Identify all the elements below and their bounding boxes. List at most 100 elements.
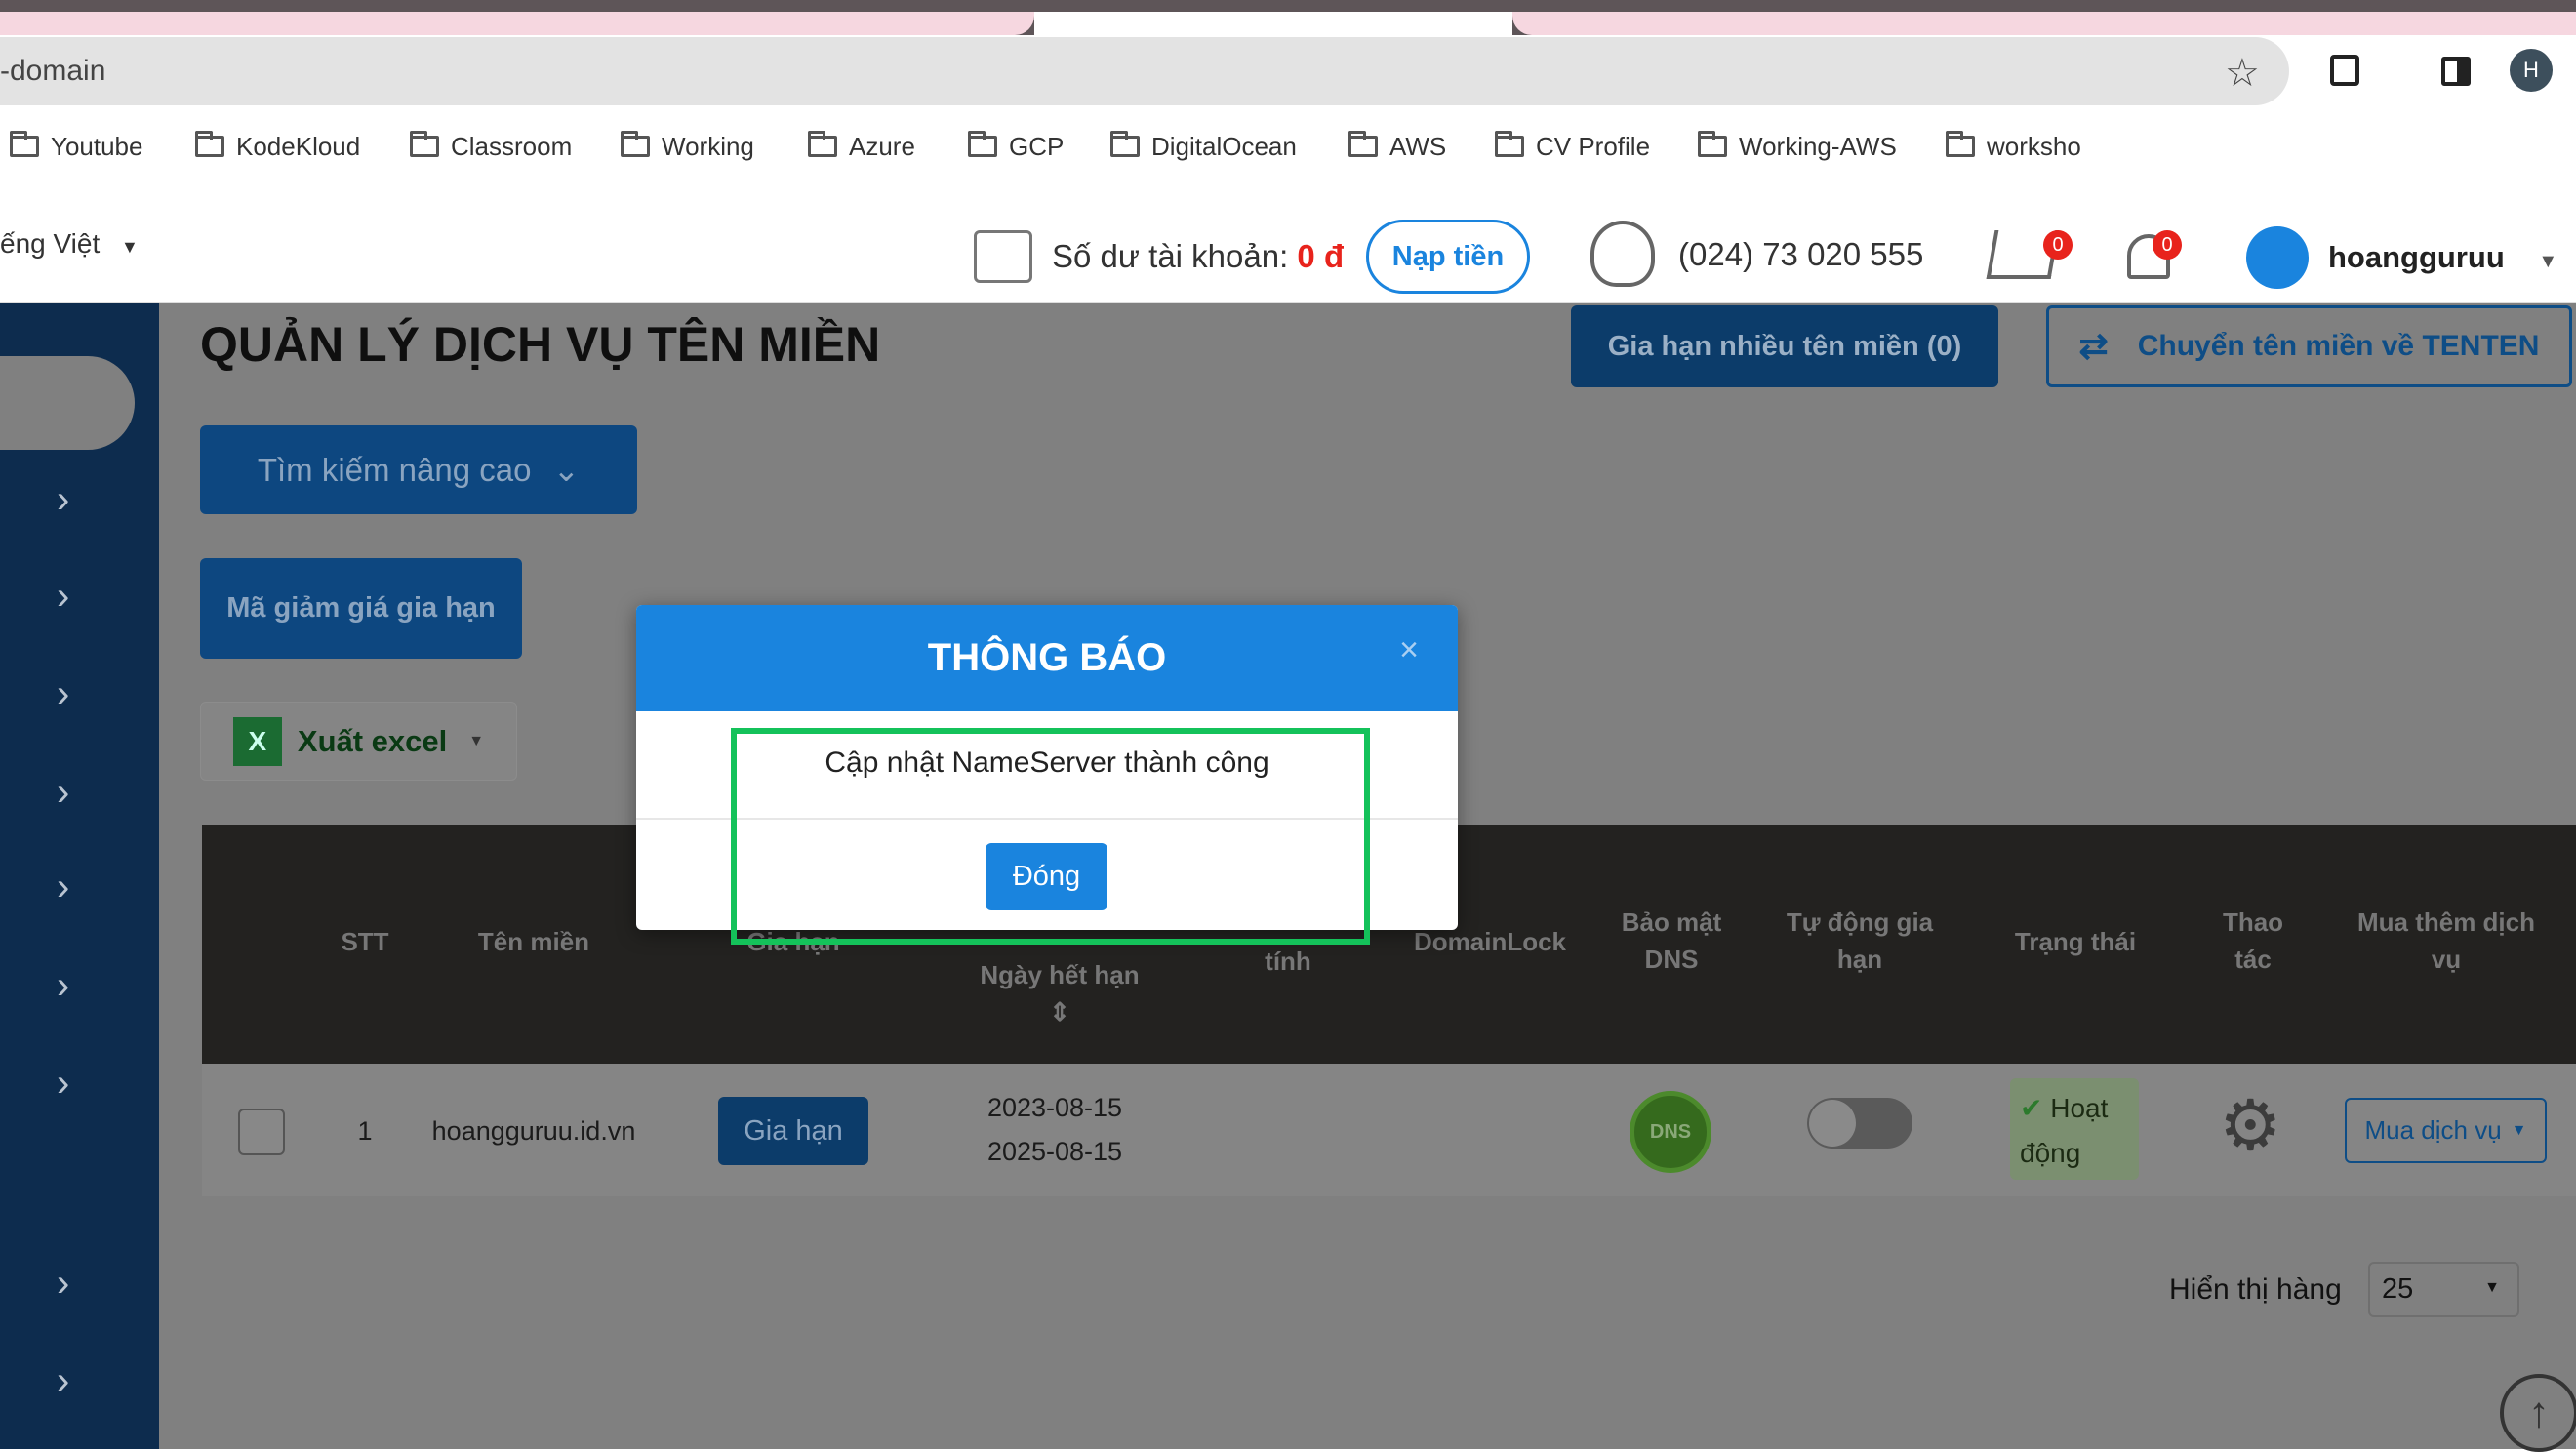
sidepanel-icon[interactable]: [2441, 57, 2471, 86]
bookmark-label: Azure: [849, 131, 915, 161]
close-icon[interactable]: ×: [1399, 605, 1419, 704]
rows-per-page-value: 25: [2382, 1273, 2414, 1305]
chevron-down-icon: ⌄: [552, 452, 581, 488]
folder-icon: [1110, 131, 1140, 157]
transfer-label: Chuyển tên miền về TENTEN: [2137, 330, 2540, 362]
column-hidden-name: tính: [1265, 947, 1311, 976]
folder-icon: [10, 131, 39, 157]
caret-down-icon: ▼: [468, 732, 485, 749]
buy-service-label: Mua dịch vụ: [2364, 1115, 2502, 1145]
modal-header: THÔNG BÁO ×: [636, 605, 1458, 711]
auto-renew-toggle[interactable]: [1807, 1098, 1912, 1149]
address-bar[interactable]: -domain: [0, 37, 2289, 105]
row-domain[interactable]: hoangguruu.id.vn: [432, 1116, 636, 1147]
column-dns-security: Bảo mật DNS: [1621, 908, 1722, 974]
gear-icon[interactable]: ⚙: [2219, 1091, 2282, 1161]
headset-icon: [1590, 221, 1655, 287]
advanced-search-button[interactable]: Tìm kiếm nâng cao ⌄: [200, 425, 637, 514]
active-tab[interactable]: [1034, 12, 1512, 35]
renew-many-button[interactable]: Gia hạn nhiều tên miền (0): [1571, 305, 1998, 387]
folder-icon: [1348, 131, 1378, 157]
chevron-right-icon[interactable]: ›: [57, 674, 84, 713]
balance-value: 0 đ: [1297, 238, 1345, 274]
hotline: (024) 73 020 555: [1678, 236, 1924, 272]
bookmark-working-aws[interactable]: Working-AWS: [1698, 127, 1897, 166]
column-domain: Tên miền: [477, 927, 590, 956]
chevron-right-icon[interactable]: ›: [57, 1064, 84, 1103]
browser-tab[interactable]: [1512, 12, 2576, 35]
chevron-right-icon[interactable]: ›: [57, 773, 84, 812]
check-circle-icon: ✔: [2020, 1093, 2043, 1123]
bookmark-cv-profile[interactable]: CV Profile: [1495, 127, 1650, 166]
bookmark-gcp[interactable]: GCP: [968, 127, 1064, 166]
sort-icon[interactable]: ⇕: [1049, 997, 1070, 1027]
column-status: Trạng thái: [2014, 927, 2137, 956]
folder-icon: [1698, 131, 1727, 157]
column-auto-renew: Tự động gia hạn: [1786, 908, 1934, 974]
bookmark-label: Classroom: [451, 131, 573, 161]
profile-avatar[interactable]: H: [2510, 49, 2553, 92]
balance-label: Số dư tài khoản:: [1052, 238, 1289, 274]
bookmark-aws[interactable]: AWS: [1348, 127, 1446, 166]
buy-service-dropdown[interactable]: Mua dịch vụ ▼: [2345, 1098, 2547, 1163]
status-badge: ✔ Hoạt động: [2010, 1078, 2139, 1180]
username-label: hoangguruu: [2328, 240, 2505, 274]
export-label: Xuất excel: [297, 723, 448, 758]
bookmark-worksho[interactable]: worksho: [1946, 127, 2081, 166]
notification-badge: 0: [2153, 230, 2182, 260]
bookmark-kodekloud[interactable]: KodeKloud: [195, 127, 360, 166]
star-icon[interactable]: ☆: [2225, 51, 2260, 96]
rows-per-page-select[interactable]: 25 ▼: [2368, 1262, 2519, 1317]
highlight-box: [731, 728, 1370, 945]
excel-icon: X: [232, 716, 282, 766]
chevron-right-icon[interactable]: ›: [57, 1264, 84, 1303]
rows-per-page-label: Hiển thị hàng: [2169, 1273, 2342, 1306]
folder-icon: [410, 131, 439, 157]
bookmark-classroom[interactable]: Classroom: [410, 127, 572, 166]
folder-icon: [1495, 131, 1524, 157]
user-avatar-icon[interactable]: [2246, 226, 2309, 289]
row-expiry-date: 2025-08-15: [986, 1137, 1123, 1166]
extensions-icon[interactable]: [2330, 55, 2359, 86]
browser-tab[interactable]: [0, 12, 1034, 35]
caret-down-icon: ▼: [121, 237, 139, 257]
column-buy-more: Mua thêm dịch vụ: [2356, 908, 2535, 974]
chevron-right-icon[interactable]: ›: [57, 1361, 84, 1400]
column-label: Ngày hết hạn: [980, 960, 1140, 989]
bookmark-label: GCP: [1009, 131, 1065, 161]
dns-security-icon[interactable]: DNS: [1630, 1091, 1711, 1173]
chevron-right-icon[interactable]: ›: [57, 867, 84, 907]
bookmark-youtube[interactable]: Youtube: [10, 127, 142, 166]
username[interactable]: hoangguruu ▼: [2328, 240, 2557, 275]
renew-button[interactable]: Gia hạn: [718, 1097, 868, 1165]
bookmark-label: Working-AWS: [1739, 131, 1897, 161]
chevron-right-icon[interactable]: ›: [57, 577, 84, 616]
chevron-right-icon[interactable]: ›: [57, 966, 84, 1005]
sidebar-active-item[interactable]: [0, 356, 135, 450]
scroll-top-icon[interactable]: ↑: [2500, 1374, 2576, 1452]
caret-down-icon: ▼: [2484, 1279, 2500, 1296]
bookmark-digitalocean[interactable]: DigitalOcean: [1110, 127, 1297, 166]
url-text: -domain: [0, 55, 106, 87]
caret-down-icon: ▼: [2511, 1121, 2527, 1139]
balance: Số dư tài khoản: 0 đ: [1052, 238, 1344, 275]
chevron-right-icon[interactable]: ›: [57, 480, 84, 519]
page-title: QUẢN LÝ DỊCH VỤ TÊN MIỀN: [200, 317, 881, 372]
wallet-icon: [974, 230, 1032, 283]
language-select[interactable]: ếng Việt ▼: [0, 228, 139, 260]
export-excel-button[interactable]: X Xuất excel ▼: [200, 702, 517, 781]
modal-title: THÔNG BÁO: [927, 636, 1167, 679]
transfer-domain-button[interactable]: ⇄ Chuyển tên miền về TENTEN: [2046, 305, 2572, 387]
cart-badge: 0: [2043, 230, 2073, 260]
topup-button[interactable]: Nạp tiền: [1366, 220, 1530, 294]
language-label: ếng Việt: [0, 228, 101, 259]
caret-down-icon: ▼: [2538, 251, 2558, 272]
column-expiry[interactable]: Ngày hết hạn ⇕: [980, 956, 1139, 1030]
column-stt: STT: [341, 927, 389, 956]
row-checkbox[interactable]: [238, 1109, 285, 1155]
folder-icon: [808, 131, 837, 157]
bookmark-azure[interactable]: Azure: [808, 127, 915, 166]
row-start-date: 2023-08-15: [986, 1093, 1123, 1122]
bookmark-working[interactable]: Working: [621, 127, 754, 166]
coupon-button[interactable]: Mã giảm giá gia hạn: [200, 558, 522, 659]
